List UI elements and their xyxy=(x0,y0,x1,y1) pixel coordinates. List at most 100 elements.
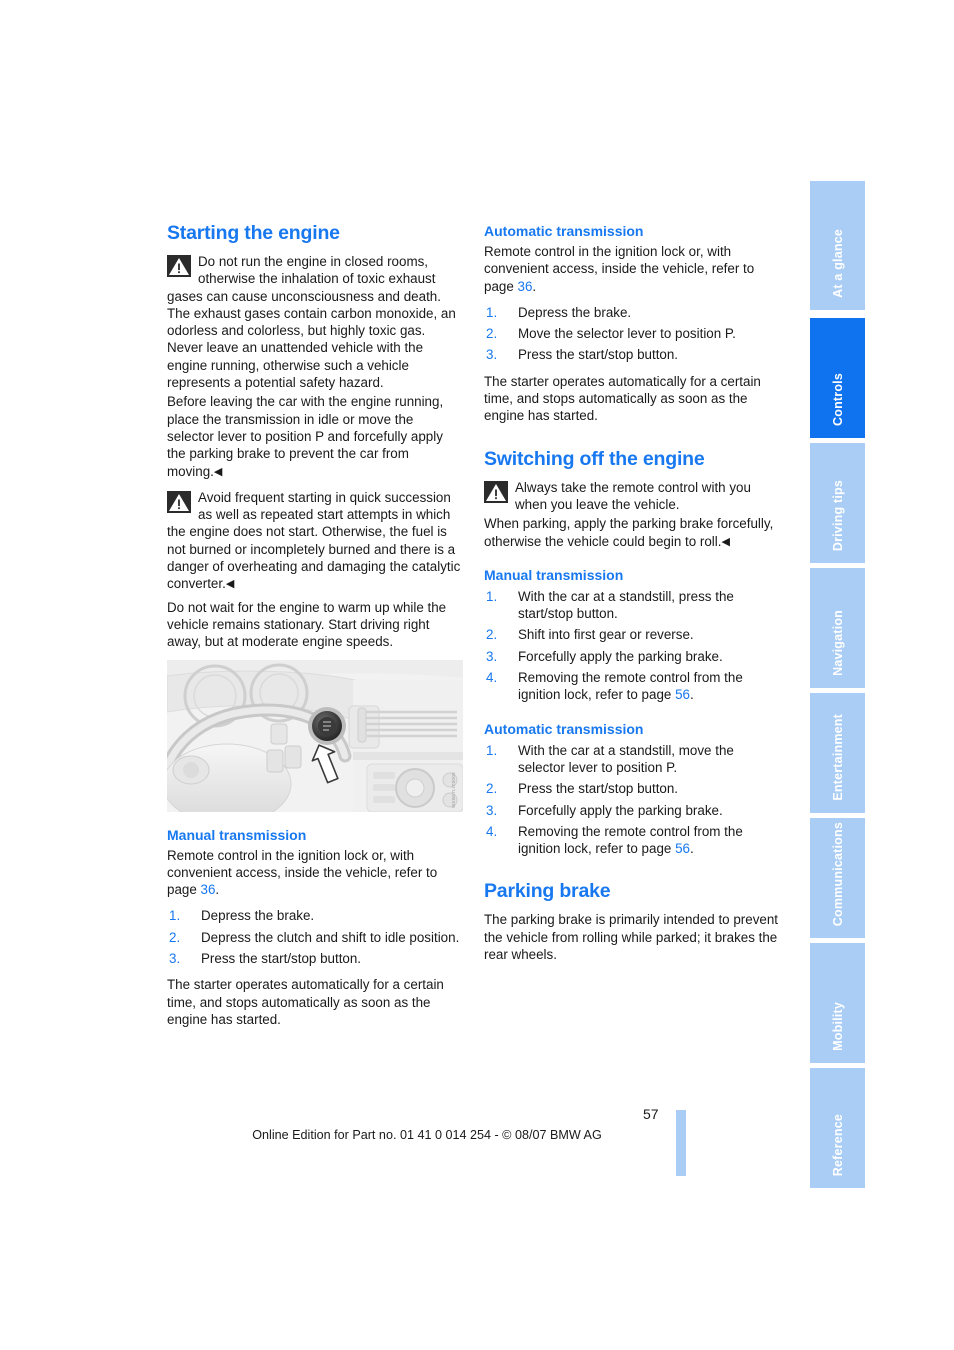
tab-driving-tips[interactable]: Driving tips xyxy=(810,443,865,563)
step-number: 2. xyxy=(486,781,498,797)
warning-text: Always take the remote control with you … xyxy=(515,479,751,512)
warning-text-b: Before leaving the car with the engine r… xyxy=(167,394,444,479)
switch-off-manual-steps: 1. With the car at a standstill, press th… xyxy=(484,588,780,704)
tab-entertainment[interactable]: Entertainment xyxy=(810,693,865,813)
end-of-warning-marker: ◀ xyxy=(213,465,223,478)
automatic-intro-paragraph: Remote control in the ignition lock or, … xyxy=(484,243,780,295)
warning-triangle-icon xyxy=(167,490,191,513)
step-number: 1. xyxy=(486,742,498,758)
section-title-switching-off: Switching off the engine xyxy=(484,447,705,470)
page-number-bar xyxy=(676,1110,686,1176)
step-text: Press the start/stop button. xyxy=(518,347,679,363)
step-number: 4. xyxy=(486,823,498,839)
step-text: Press the start/stop button. xyxy=(518,781,679,797)
list-item: 1. With the car at a standstill, press th… xyxy=(484,588,780,623)
step-text: Shift into first gear or reverse. xyxy=(518,627,694,643)
step-text: Depress the brake. xyxy=(201,908,315,924)
tab-label: Communications xyxy=(830,821,845,926)
step-text: Press the start/stop button. xyxy=(201,951,362,967)
warning-block-frequent-starting: Avoid frequent starting in quick success… xyxy=(167,489,463,593)
page-title: Starting the engine xyxy=(167,222,340,244)
list-item: 3. Press the start/stop button. xyxy=(484,346,780,363)
step-text: With the car at a standstill, press the … xyxy=(518,588,734,622)
tab-at-a-glance[interactable]: At a glance xyxy=(810,181,865,310)
list-item: 2. Depress the clutch and shift to idle p… xyxy=(167,929,463,946)
tab-label: Navigation xyxy=(830,610,845,676)
tab-navigation[interactable]: Navigation xyxy=(810,568,865,688)
step-number: 3. xyxy=(486,802,498,818)
list-item: 1. With the car at a standstill, move the… xyxy=(484,742,780,777)
tab-label: Entertainment xyxy=(830,714,845,801)
warning-triangle-icon xyxy=(167,255,191,277)
warning-text: Do not run the engine in closed rooms, o… xyxy=(167,254,456,391)
step-number: 3. xyxy=(486,648,498,664)
warning-block-remote-control: Always take the remote control with you … xyxy=(484,479,780,514)
end-of-warning-marker: ◀ xyxy=(225,578,235,591)
manual-intro-paragraph: Remote control in the ignition lock or, … xyxy=(167,847,463,899)
switch-off-automatic-steps: 1. With the car at a standstill, move the… xyxy=(484,742,780,858)
warning-text: Avoid frequent starting in quick success… xyxy=(167,489,463,593)
subheading-manual-transmission: Manual transmission xyxy=(167,826,307,843)
step-text: Forcefully apply the parking brake. xyxy=(518,802,723,818)
tab-communications[interactable]: Communications xyxy=(810,818,865,938)
step-number: 2. xyxy=(486,627,498,643)
tab-reference[interactable]: Reference xyxy=(810,1068,865,1188)
list-item: 1. Depress the brake. xyxy=(484,304,780,321)
warning-triangle-icon xyxy=(484,480,508,503)
step-number: 2. xyxy=(169,929,181,945)
subheading-switch-off-manual: Manual transmission xyxy=(484,566,624,583)
step-number: 1. xyxy=(486,588,498,604)
warning-text-inner: Avoid frequent starting in quick success… xyxy=(167,489,461,592)
page-number: 57 xyxy=(643,1106,659,1122)
warning-text-continued: Before leaving the car with the engine r… xyxy=(167,393,463,479)
step-number: 1. xyxy=(169,908,181,924)
tab-label: Controls xyxy=(830,373,845,426)
tab-mobility[interactable]: Mobility xyxy=(810,943,865,1063)
step-number: 1. xyxy=(486,304,498,320)
automatic-intro-after: . xyxy=(532,278,537,294)
footer-text: Online Edition for Part no. 01 41 0 014 … xyxy=(252,1128,602,1142)
page-reference-link[interactable]: 56 xyxy=(675,687,690,702)
page-reference-link[interactable]: 36 xyxy=(201,882,216,897)
tab-label: Driving tips xyxy=(830,479,845,551)
warning-block-closed-rooms: Do not run the engine in closed rooms, o… xyxy=(167,253,463,391)
step-number: 4. xyxy=(486,670,498,686)
left-column: Starting the engine Do not run the engin… xyxy=(167,222,463,1037)
parking-brake-paragraph: The parking brake is primarily intended … xyxy=(484,912,778,963)
automatic-starter-note: The starter operates automatically for a… xyxy=(484,373,761,424)
step-text: Depress the brake. xyxy=(518,304,632,320)
step-text: Forcefully apply the parking brake. xyxy=(518,648,723,664)
step-number: 3. xyxy=(169,951,181,967)
list-item: 2. Move the selector lever to position P. xyxy=(484,325,780,342)
section-title-parking-brake: Parking brake xyxy=(484,880,611,903)
step-text: With the car at a standstill, move the s… xyxy=(518,742,734,775)
tab-label: At a glance xyxy=(830,229,845,298)
tab-label: Reference xyxy=(830,1113,845,1176)
step-text: Move the selector lever to position P. xyxy=(518,326,736,342)
list-item: 4. Removing the remote control from the i… xyxy=(484,823,780,858)
manual-intro-after: . xyxy=(215,882,220,898)
list-item: 4. Removing the remote control from the i… xyxy=(484,669,780,704)
warning-text-parking: When parking, apply the parking brake fo… xyxy=(484,515,780,550)
page-reference-link[interactable]: 36 xyxy=(518,279,533,294)
end-of-warning-marker: ◀ xyxy=(721,535,730,548)
step-text: Removing the remote control from the ign… xyxy=(518,823,743,857)
manual-starter-note: The starter operates automatically for a… xyxy=(167,977,444,1027)
list-item: 3. Forcefully apply the parking brake. xyxy=(484,802,780,819)
subheading-automatic-transmission: Automatic transmission xyxy=(484,223,644,239)
step-text-after: . xyxy=(689,841,694,857)
list-item: 3. Press the start/stop button. xyxy=(167,950,463,967)
subheading-switch-off-automatic: Automatic transmission xyxy=(484,720,644,737)
right-column: Automatic transmission Remote control in… xyxy=(484,222,780,972)
chapter-tab-rail: At a glance Controls Driving tips Naviga… xyxy=(810,181,865,1188)
figure-caption: WKB57LIT0005 xyxy=(450,771,456,808)
step-text-after: . xyxy=(689,687,694,703)
manual-page: At a glance Controls Driving tips Naviga… xyxy=(0,0,954,1350)
tab-controls[interactable]: Controls xyxy=(810,318,865,438)
list-item: 1. Depress the brake. xyxy=(167,907,463,924)
manual-start-steps: 1. Depress the brake. 2. Depress the clutc… xyxy=(167,907,463,967)
step-text: Removing the remote control from the ign… xyxy=(518,670,743,703)
list-item: 2. Shift into first gear or reverse. xyxy=(484,626,780,643)
step-number: 2. xyxy=(486,326,498,342)
page-reference-link[interactable]: 56 xyxy=(675,841,690,856)
